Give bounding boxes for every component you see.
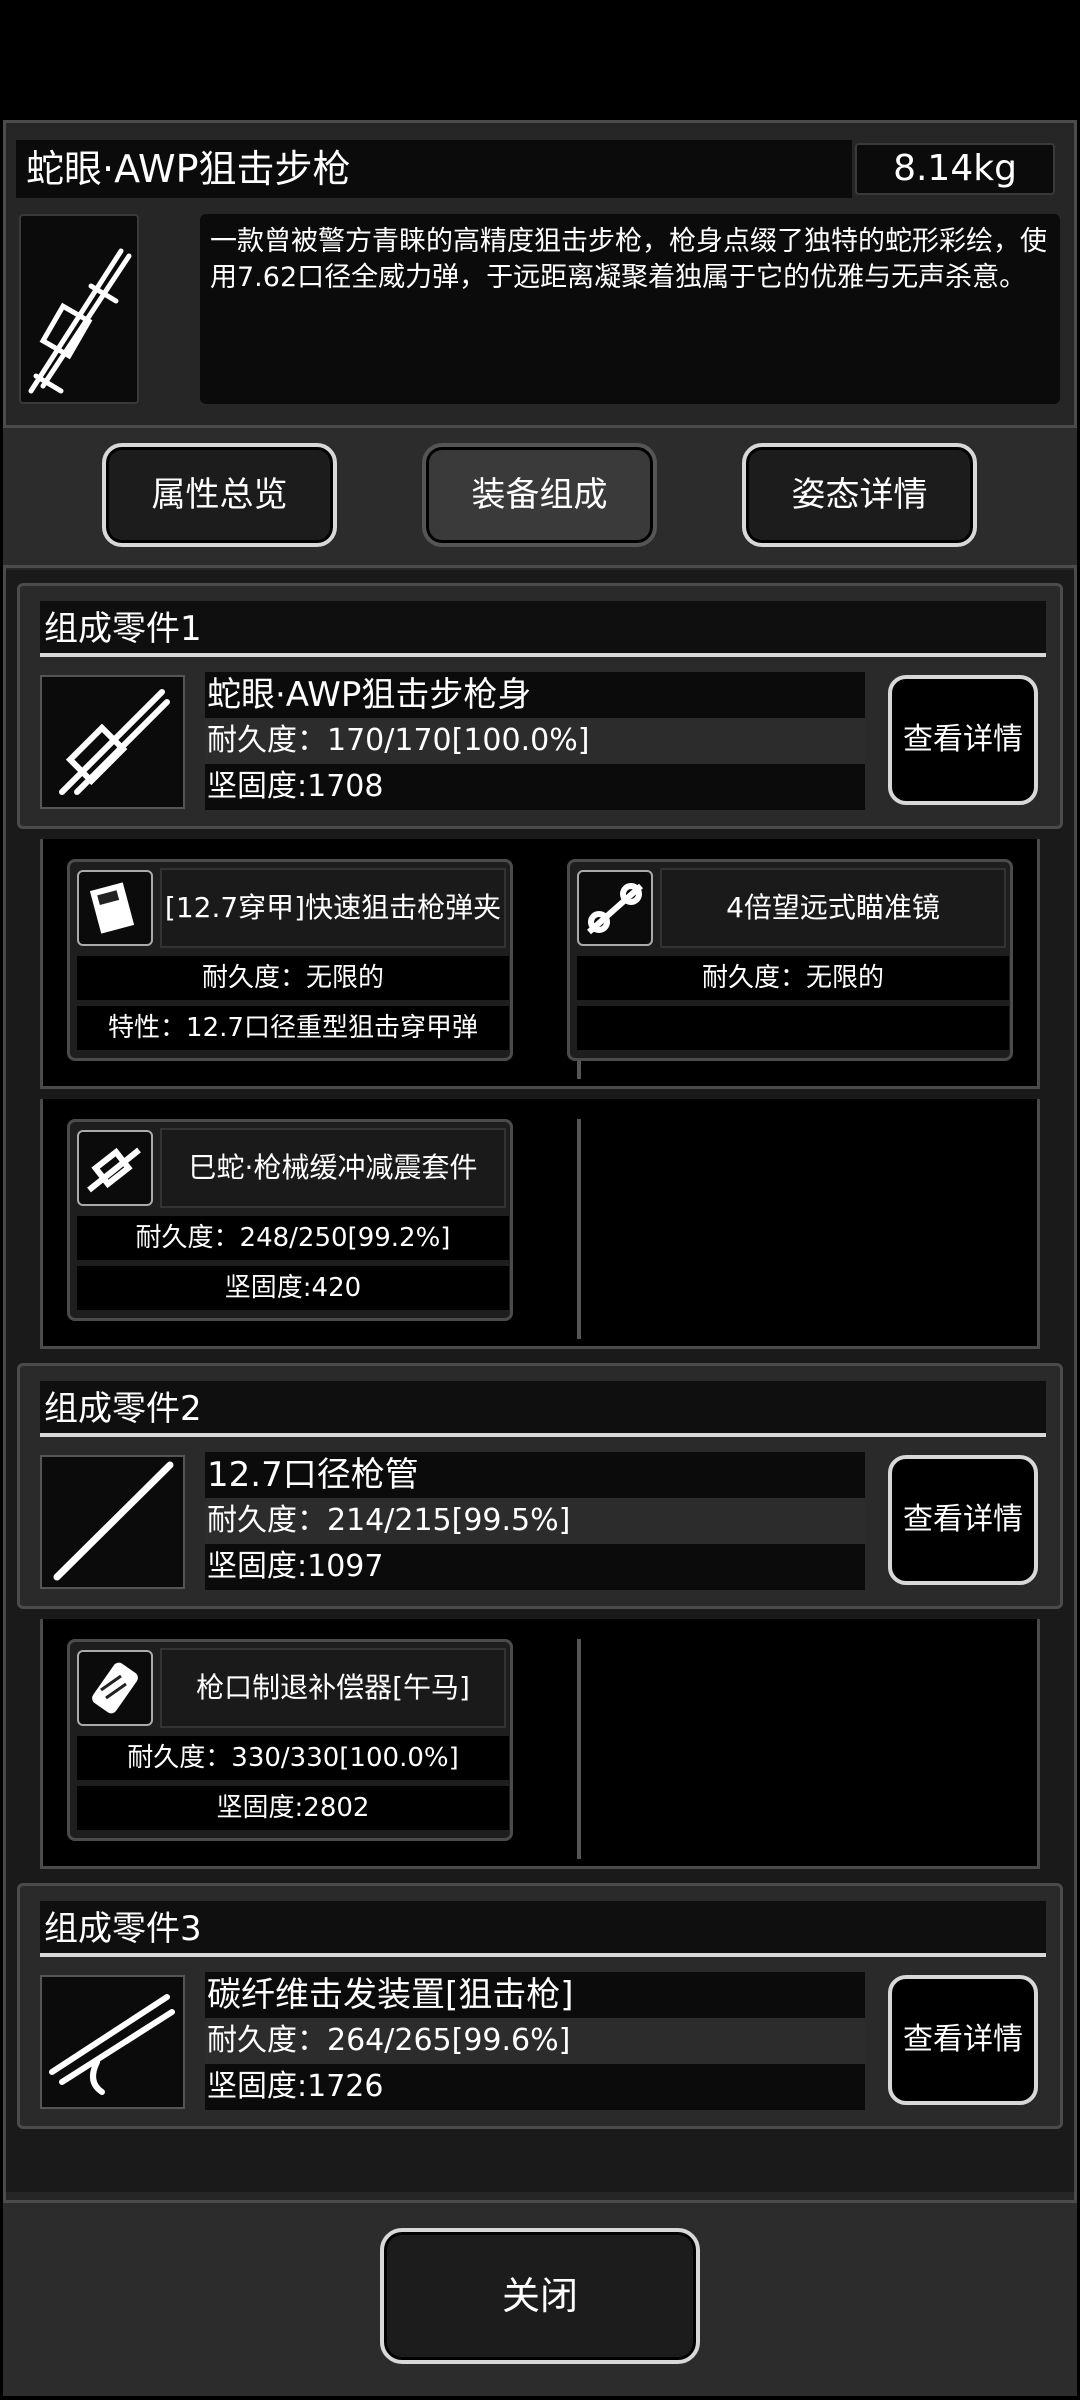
attachment-card[interactable]: [12.7穿甲]快速狙击枪弹夹 耐久度：无限的 特性：12.7口径重型狙击穿甲弹	[67, 859, 513, 1061]
slot-divider	[577, 1119, 581, 1339]
attachment-trait: 特性：12.7口径重型狙击穿甲弹	[77, 1006, 509, 1050]
item-description: 一款曾被警方青睐的高精度狙击步枪，枪身点缀了独特的蛇形彩绘，使用7.62口径全威…	[200, 214, 1060, 404]
part-hardness: 坚固度:1726	[205, 2064, 865, 2110]
attachment-card[interactable]: 4倍望远式瞄准镜 耐久度：无限的	[567, 859, 1013, 1061]
item-name: 蛇眼·AWP狙击步枪	[16, 140, 852, 198]
scope-icon	[577, 870, 653, 946]
part-info: 碳纤维击发装置[狙击枪] 耐久度：264/265[99.6%] 坚固度:1726	[205, 1972, 865, 2110]
part-durability: 耐久度：214/215[99.5%]	[205, 1498, 865, 1544]
part-name: 蛇眼·AWP狙击步枪身	[205, 672, 865, 718]
magazine-icon	[77, 870, 153, 946]
attachment-trait	[577, 1006, 1009, 1050]
part-name: 碳纤维击发装置[狙击枪]	[205, 1972, 865, 2018]
tab-stance-details[interactable]: 姿态详情	[742, 443, 977, 547]
attachment-durability: 耐久度：330/330[100.0%]	[77, 1736, 509, 1780]
group-title: 组成零件3	[40, 1901, 1046, 1957]
part-hardness: 坚固度:1708	[205, 764, 865, 810]
view-details-button[interactable]: 查看详情	[888, 1455, 1038, 1585]
attachment-card[interactable]: 枪口制退补偿器[午马] 耐久度：330/330[100.0%] 坚固度:2802	[67, 1639, 513, 1841]
part-hardness: 坚固度:1097	[205, 1544, 865, 1590]
attachment-durability: 耐久度：248/250[99.2%]	[77, 1216, 509, 1260]
view-details-button[interactable]: 查看详情	[888, 1975, 1038, 2105]
attachment-slots-1b: 巳蛇·枪械缓冲减震套件 耐久度：248/250[99.2%] 坚固度:420	[40, 1099, 1040, 1349]
part-name: 12.7口径枪管	[205, 1452, 865, 1498]
attachment-durability: 耐久度：无限的	[577, 956, 1009, 1000]
slot-divider	[577, 1639, 581, 1859]
part-group-2: 组成零件2 12.7口径枪管 耐久度：214/215[99.5%] 坚固度:10…	[17, 1363, 1063, 1609]
attachment-name: 4倍望远式瞄准镜	[660, 868, 1006, 948]
attachment-name: 巳蛇·枪械缓冲减震套件	[160, 1128, 506, 1208]
attachment-slots-1: [12.7穿甲]快速狙击枪弹夹 耐久度：无限的 特性：12.7口径重型狙击穿甲弹…	[40, 839, 1040, 1089]
attachment-name: [12.7穿甲]快速狙击枪弹夹	[160, 868, 506, 948]
attachment-name: 枪口制退补偿器[午马]	[160, 1648, 506, 1728]
sniper-rifle-icon	[19, 214, 139, 404]
part-group-3: 组成零件3 碳纤维击发装置[狙击枪] 耐久度：264/265[99.6%] 坚固…	[17, 1883, 1063, 2129]
attachment-card[interactable]: 巳蛇·枪械缓冲减震套件 耐久度：248/250[99.2%] 坚固度:420	[67, 1119, 513, 1321]
part-info: 蛇眼·AWP狙击步枪身 耐久度：170/170[100.0%] 坚固度:1708	[205, 672, 865, 810]
view-details-button[interactable]: 查看详情	[888, 675, 1038, 805]
item-weight: 8.14kg	[855, 143, 1055, 195]
attachment-slots-2: 枪口制退补偿器[午马] 耐久度：330/330[100.0%] 坚固度:2802	[40, 1619, 1040, 1869]
group-title: 组成零件2	[40, 1381, 1046, 1437]
tab-equipment-composition[interactable]: 装备组成	[422, 443, 657, 547]
part-durability: 耐久度：170/170[100.0%]	[205, 718, 865, 764]
part-info: 12.7口径枪管 耐久度：214/215[99.5%] 坚固度:1097	[205, 1452, 865, 1590]
part-group-1: 组成零件1 蛇眼·AWP狙击步枪身 耐久度：170/170[100.0%] 坚固…	[17, 583, 1063, 829]
stock-kit-icon	[77, 1130, 153, 1206]
close-button[interactable]: 关闭	[380, 2228, 700, 2364]
attachment-durability: 耐久度：无限的	[77, 956, 509, 1000]
tab-attributes-overview[interactable]: 属性总览	[102, 443, 337, 547]
muzzle-brake-icon	[77, 1650, 153, 1726]
attachment-hardness: 坚固度:2802	[77, 1786, 509, 1830]
attachment-hardness: 坚固度:420	[77, 1266, 509, 1310]
group-title: 组成零件1	[40, 601, 1046, 657]
rifle-body-icon	[40, 675, 185, 809]
part-durability: 耐久度：264/265[99.6%]	[205, 2018, 865, 2064]
trigger-assembly-icon	[40, 1975, 185, 2109]
barrel-icon	[40, 1455, 185, 1589]
